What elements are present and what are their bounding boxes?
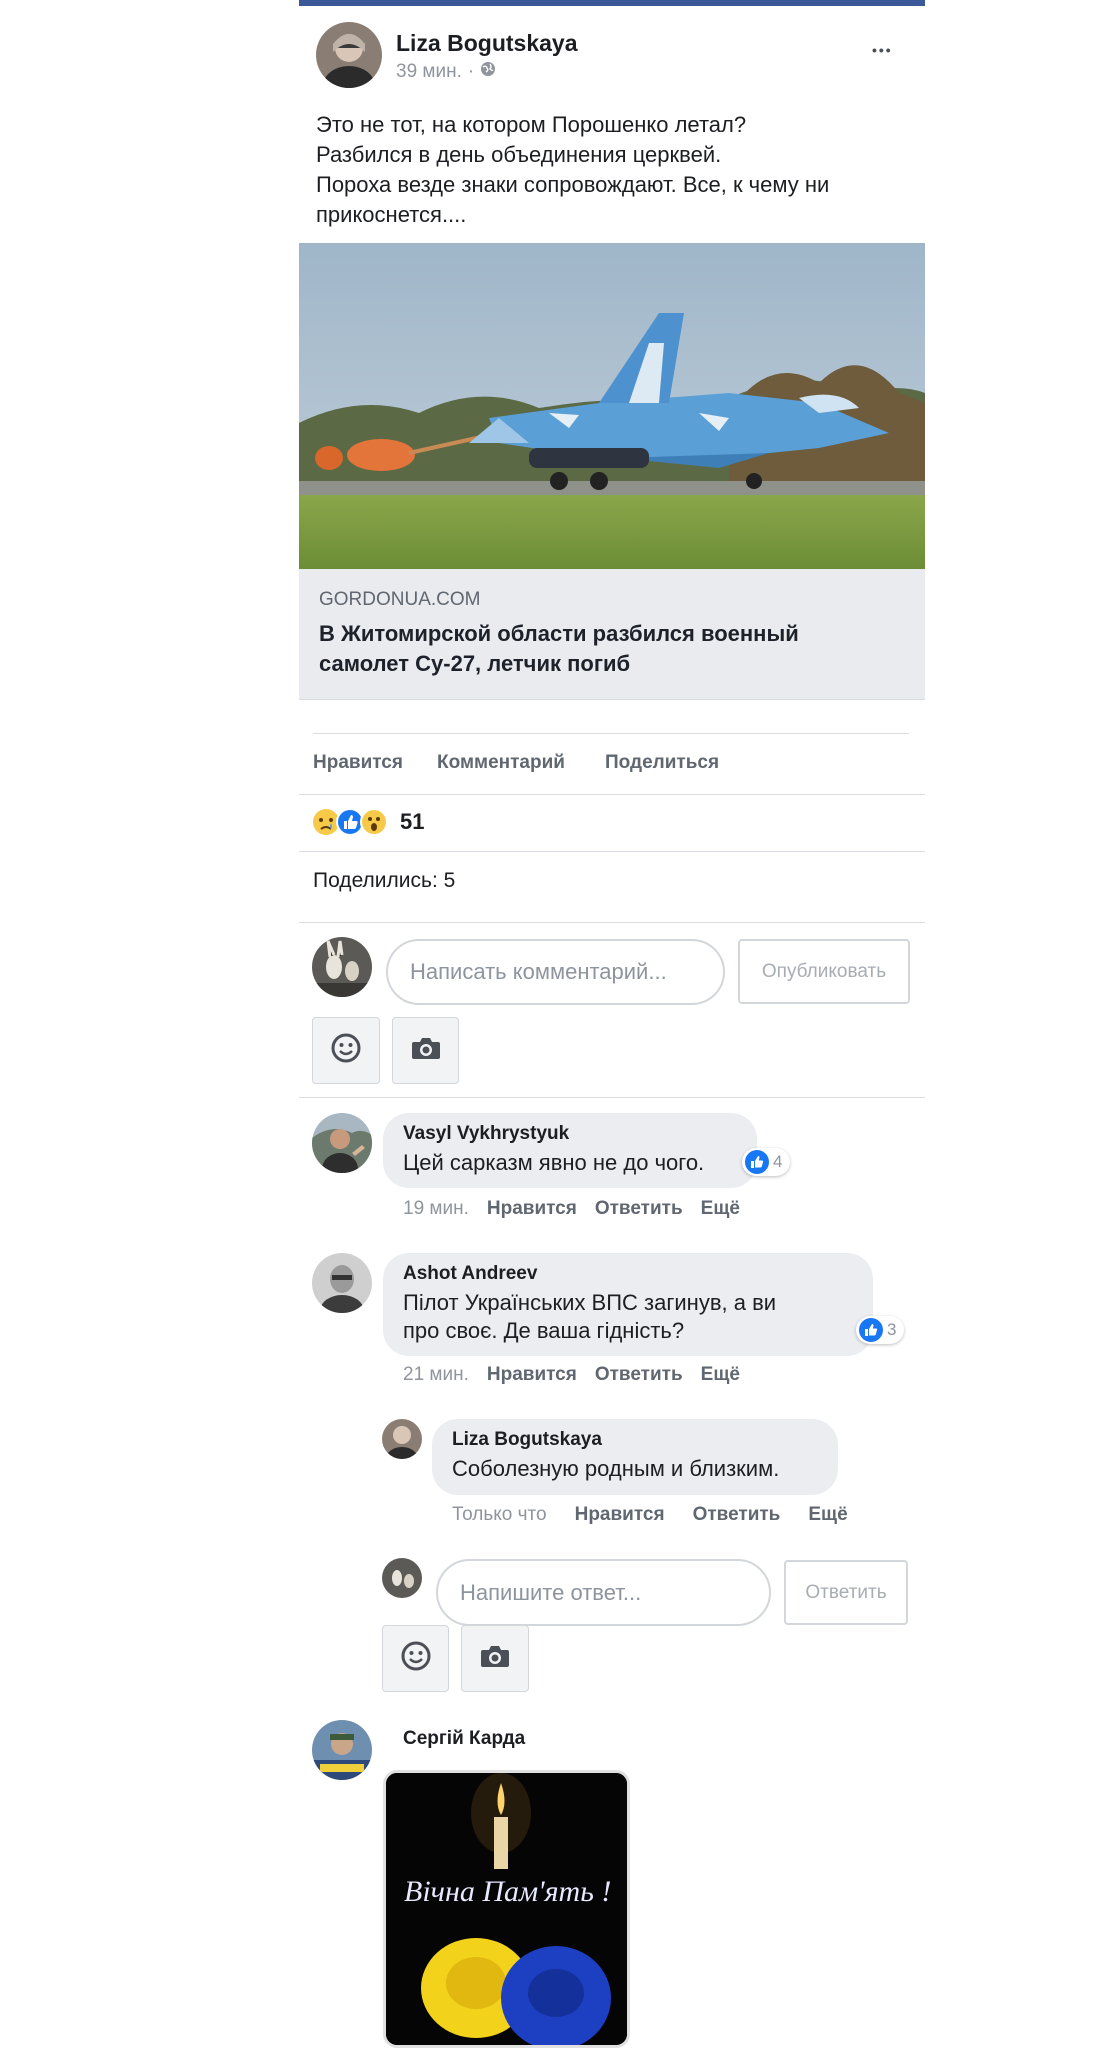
divider [299,794,925,795]
divider [313,733,909,734]
comment-reply-button[interactable]: Ответить [595,1198,683,1220]
comment-time[interactable]: 19 мин. [403,1198,469,1220]
meta-separator: · [467,61,475,82]
comment-like-button[interactable]: Нравится [487,1364,577,1386]
reply-time[interactable]: Только что [452,1504,547,1526]
reply-more-button[interactable]: Ещё [808,1504,847,1526]
author-avatar[interactable] [316,22,382,88]
comment-like-badge[interactable]: 3 [856,1316,905,1344]
post-text-line: прикоснется.... [316,202,467,227]
link-domain: GORDONUA.COM [319,589,481,610]
comment-text: Цей сарказм явно не до чого. [403,1150,705,1175]
reply-submit-button[interactable]: Ответить [784,1560,908,1625]
link-preview-footer: GORDONUA.COM В Житомирской области разби… [299,569,925,699]
comment-more-button[interactable]: Ещё [701,1198,740,1220]
comment-like-count: 3 [887,1320,897,1339]
comment-text: Пілот Українських ВПС загинув, а ви про … [403,1289,853,1345]
post-options-button[interactable]: ••• [872,40,893,60]
top-brand-strip [299,0,925,6]
post-time[interactable]: 39 мин. [396,61,462,83]
reply-input[interactable]: Напишите ответ... [436,1559,771,1626]
camera-icon [480,1643,510,1674]
thumbs-up-icon [859,1318,883,1342]
reply-text: Соболезную родным и близким. [452,1456,780,1481]
comment-time[interactable]: 21 мин. [403,1364,469,1386]
reply-bubble: Liza Bogutskaya Соболезную родным и близ… [432,1419,838,1495]
comment-input[interactable]: Написать комментарий... [386,939,725,1005]
comment-reply-button[interactable]: Ответить [595,1364,683,1386]
smiley-icon [400,1640,432,1677]
comment-like-count: 4 [773,1152,783,1171]
smiley-icon [330,1032,362,1069]
post-text-line: Пороха везде знаки сопровождают. Все, к … [316,172,830,197]
comment-author[interactable]: Vasyl Vykhrystyuk [403,1123,737,1145]
comment-text-line: Пілот Українських ВПС загинув, а ви [403,1290,777,1315]
reply-author-avatar[interactable] [382,1419,422,1459]
comment-bubble: Ashot Andreev Пілот Українських ВПС заги… [383,1253,873,1356]
sticker-caption: Вічна Пам'ять ! [404,1875,612,1908]
divider [299,922,925,923]
post-text: Это не тот, на котором Порошенко летал? … [316,110,916,230]
reply-like-button[interactable]: Нравится [575,1504,665,1526]
share-button[interactable]: Поделиться [605,752,719,774]
post-text-line: Это не тот, на котором Порошенко летал? [316,112,747,137]
current-user-avatar [312,937,372,997]
link-headline-line: самолет Су-27, летчик погиб [319,651,631,676]
reply-author[interactable]: Liza Bogutskaya [452,1429,818,1451]
link-headline: В Житомирской области разбился военный с… [319,619,909,679]
comment-bubble: Vasyl Vykhrystyuk Цей сарказм явно не до… [383,1113,757,1188]
link-preview-card[interactable]: GORDONUA.COM В Житомирской области разби… [299,243,925,700]
wow-reaction-icon [360,808,388,836]
divider [299,851,925,852]
comment-author[interactable]: Сергій Карда [403,1728,525,1750]
comment-text-line: про своє. Де ваша гідність? [403,1318,685,1343]
reply-photo-button[interactable] [461,1625,529,1692]
reply-reply-button[interactable]: Ответить [693,1504,781,1526]
link-preview-image [299,243,925,569]
comment-like-button[interactable]: Нравится [487,1198,577,1220]
comment-meta: 21 мин. Нравится Ответить Ещё [403,1364,740,1386]
post-text-line: Разбился в день объединения церквей. [316,142,722,167]
divider [299,1097,925,1098]
reply-meta: Только что Нравится Ответить Ещё [452,1504,848,1526]
reply-emoji-button[interactable] [382,1625,449,1692]
comment-sticker[interactable]: Вічна Пам'ять ! [383,1770,630,2048]
link-headline-line: В Житомирской области разбился военный [319,621,799,646]
reactions-summary[interactable]: 51 [312,808,424,836]
commenter-avatar[interactable] [312,1720,372,1780]
emoji-button[interactable] [312,1017,380,1084]
post-meta: 39 мин. · [396,61,496,83]
thumbs-up-icon [745,1150,769,1174]
post-author-name[interactable]: Liza Bogutskaya [396,30,578,57]
comment-button[interactable]: Комментарий [437,752,565,774]
commenter-avatar[interactable] [312,1253,372,1313]
like-button[interactable]: Нравится [313,752,403,774]
commenter-avatar[interactable] [312,1113,372,1173]
photo-button[interactable] [392,1017,459,1084]
comment-author[interactable]: Ashot Andreev [403,1263,853,1285]
camera-icon [411,1035,441,1066]
shares-count[interactable]: Поделились: 5 [313,869,455,893]
comment-like-badge[interactable]: 4 [742,1148,791,1176]
reaction-count: 51 [400,809,425,834]
publish-button[interactable]: Опубликовать [738,939,910,1004]
comment-more-button[interactable]: Ещё [701,1364,740,1386]
comment-meta: 19 мин. Нравится Ответить Ещё [403,1198,740,1220]
globe-icon [480,61,496,83]
reply-composer-avatar [382,1558,422,1598]
